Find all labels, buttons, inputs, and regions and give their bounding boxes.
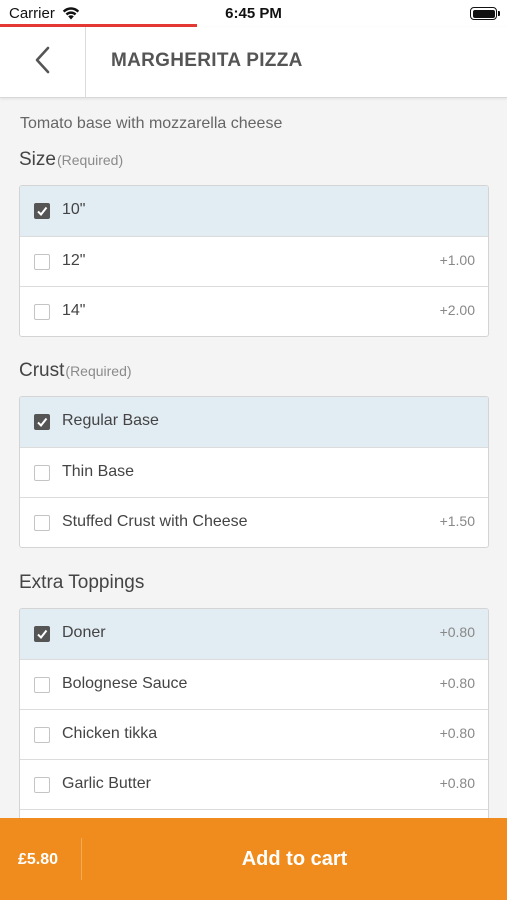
option-row[interactable]: 10" — [20, 186, 488, 236]
option-label: Bolognese Sauce — [62, 675, 188, 692]
option-row[interactable]: 14" +2.00 — [20, 286, 488, 336]
chevron-left-icon — [35, 46, 51, 79]
option-price: +0.80 — [439, 675, 475, 691]
option-row[interactable]: Regular Base — [20, 397, 488, 447]
checkbox[interactable] — [34, 727, 50, 743]
option-price: +2.00 — [439, 302, 475, 318]
checkbox[interactable] — [34, 777, 50, 793]
section-title-text: Extra Toppings — [19, 572, 145, 593]
option-row[interactable]: Doner +0.80 — [20, 609, 488, 659]
option-label: 14" — [62, 302, 86, 319]
option-row[interactable]: Stuffed Crust with Cheese +1.50 — [20, 497, 488, 547]
option-label: Chicken tikka — [62, 725, 158, 742]
item-description: Tomato base with mozzarella cheese — [20, 115, 283, 132]
option-price: +1.50 — [439, 513, 475, 529]
option-group-extra-toppings: Doner +0.80 Bolognese Sauce +0.80 Chicke… — [19, 608, 489, 818]
total-price: £5.80 — [18, 851, 59, 868]
option-price: +0.80 — [439, 775, 475, 791]
checkbox[interactable] — [34, 465, 50, 481]
section-title-text: Crust — [19, 360, 65, 381]
option-price: +0.80 — [439, 624, 475, 640]
option-label: Regular Base — [62, 412, 159, 429]
page-title: MARGHERITA PIZZA — [111, 50, 303, 71]
checkbox-checked[interactable] — [34, 203, 50, 219]
clock: 6:45 PM — [225, 5, 282, 22]
option-label: Garlic Butter — [62, 775, 151, 792]
section-title-text: Size — [19, 149, 56, 170]
option-price: +0.80 — [439, 725, 475, 741]
status-bar: Carrier 6:45 PM — [0, 0, 507, 27]
checkbox-checked[interactable] — [34, 414, 50, 430]
option-row[interactable]: 12" +1.00 — [20, 236, 488, 286]
back-button[interactable] — [0, 27, 86, 97]
checkbox-checked[interactable] — [34, 626, 50, 642]
checkbox[interactable] — [34, 304, 50, 320]
required-label: (Required) — [56, 152, 124, 168]
option-row[interactable]: Garlic Butter +0.80 — [20, 759, 488, 809]
option-group-crust: Regular Base Thin Base Stuffed Crust wit… — [19, 396, 489, 548]
option-label: Thin Base — [62, 463, 135, 480]
section-title-crust: Crust(Required) — [19, 360, 132, 382]
navigation-bar: MARGHERITA PIZZA — [0, 27, 507, 98]
option-label: Doner — [62, 624, 106, 641]
bottom-bar: £5.80 Add to cart — [0, 818, 507, 900]
option-row[interactable]: Bolognese Sauce +0.80 — [20, 659, 488, 709]
section-title-size: Size(Required) — [19, 149, 123, 171]
option-row-partial[interactable] — [20, 809, 488, 818]
required-label: (Required) — [65, 363, 132, 379]
options-scroll-area[interactable]: Tomato base with mozzarella cheese Size(… — [0, 98, 507, 818]
section-title-extra-toppings: Extra Toppings — [19, 572, 145, 594]
option-price: +1.00 — [439, 252, 475, 268]
battery-icon — [470, 7, 500, 20]
checkbox[interactable] — [34, 677, 50, 693]
option-row[interactable]: Thin Base — [20, 447, 488, 497]
option-group-size: 10" 12" +1.00 14" +2.00 — [19, 185, 489, 337]
option-label: 10" — [62, 201, 86, 218]
option-row[interactable]: Chicken tikka +0.80 — [20, 709, 488, 759]
add-to-cart-button[interactable]: Add to cart — [82, 818, 507, 900]
option-label: 12" — [62, 252, 86, 269]
option-label: Stuffed Crust with Cheese — [62, 513, 248, 530]
checkbox[interactable] — [34, 254, 50, 270]
checkbox[interactable] — [34, 515, 50, 531]
